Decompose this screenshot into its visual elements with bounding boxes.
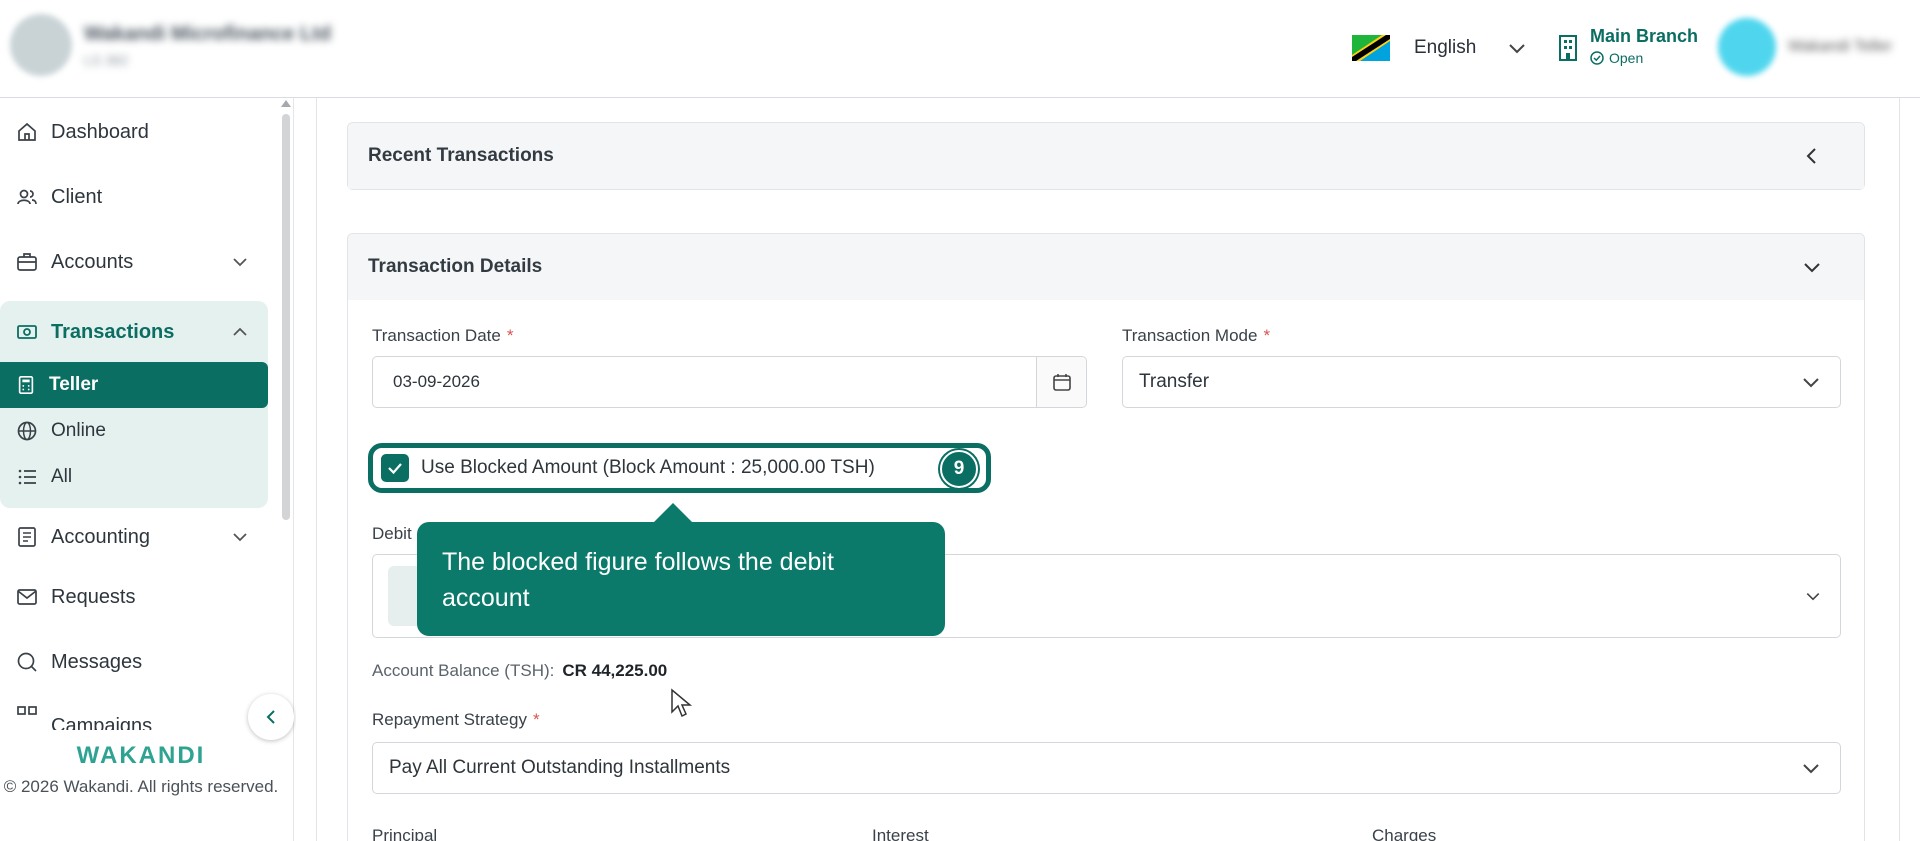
recent-transactions-card: Recent Transactions bbox=[347, 122, 1865, 190]
sidebar-item-messages[interactable]: Messages bbox=[0, 640, 268, 684]
chat-icon bbox=[17, 652, 37, 672]
repayment-strategy-select[interactable]: Pay All Current Outstanding Installments bbox=[372, 742, 1841, 794]
sidebar-item-campaigns[interactable]: Campaigns bbox=[0, 701, 268, 731]
tanzania-flag-icon bbox=[1352, 35, 1390, 61]
branch-indicator[interactable]: Main Branch Open bbox=[1556, 26, 1698, 66]
copyright-text: © 2026 Wakandi. All rights reserved. bbox=[3, 777, 279, 796]
main-scrollbar[interactable] bbox=[1899, 98, 1900, 841]
recent-transactions-header[interactable]: Recent Transactions bbox=[348, 123, 1864, 189]
brand-logo: WAKANDI bbox=[76, 742, 206, 769]
transaction-date-label: Transaction Date * bbox=[372, 326, 514, 345]
org-subtitle: LS 382 bbox=[84, 51, 129, 68]
scroll-up-arrow[interactable] bbox=[281, 100, 291, 107]
users-icon bbox=[17, 189, 37, 205]
chevron-down-icon[interactable] bbox=[1506, 37, 1528, 59]
interest-label: Interest bbox=[872, 826, 929, 841]
sidebar-item-all[interactable]: All bbox=[0, 455, 268, 499]
mouse-cursor-icon bbox=[671, 688, 693, 718]
checkmark-icon bbox=[388, 463, 402, 475]
chevron-down-icon bbox=[1806, 592, 1820, 601]
principal-label: Principal bbox=[372, 826, 438, 841]
chevron-down-icon bbox=[233, 533, 247, 542]
ledger-icon bbox=[18, 527, 36, 547]
chevron-down-icon bbox=[233, 258, 247, 267]
chevron-down-icon[interactable] bbox=[1800, 255, 1824, 279]
mail-icon bbox=[17, 589, 37, 605]
language-label: English bbox=[1414, 37, 1477, 58]
chevron-left-icon bbox=[266, 710, 275, 724]
charges-label: Charges bbox=[1372, 826, 1437, 841]
date-picker-button[interactable] bbox=[1036, 357, 1086, 407]
money-icon bbox=[17, 325, 37, 339]
globe-icon bbox=[17, 421, 37, 441]
sidebar-item-teller[interactable]: Teller bbox=[0, 362, 268, 408]
transaction-mode-label: Transaction Mode * bbox=[1122, 326, 1271, 345]
top-bar: Wakandi Microfinance Ltd LS 382 English … bbox=[0, 0, 1920, 98]
use-blocked-amount-checkbox[interactable]: Use Blocked Amount (Block Amount : 25,00… bbox=[368, 443, 991, 493]
repayment-strategy-label: Repayment Strategy * bbox=[372, 710, 540, 729]
sidebar: Dashboard Client Accounts Transactions T… bbox=[0, 98, 294, 841]
chevron-left-icon[interactable] bbox=[1800, 144, 1824, 168]
user-avatar bbox=[1718, 18, 1776, 76]
collapse-sidebar-button[interactable] bbox=[248, 694, 294, 740]
chevron-up-icon bbox=[233, 327, 247, 336]
org-name: Wakandi Microfinance Ltd bbox=[84, 22, 332, 45]
branch-name: Main Branch bbox=[1590, 26, 1699, 46]
account-balance-value: CR 44,225.00 bbox=[562, 661, 668, 680]
transaction-details-header[interactable]: Transaction Details bbox=[348, 234, 1864, 300]
checkbox-checked[interactable] bbox=[381, 454, 409, 482]
list-icon bbox=[18, 469, 36, 485]
sidebar-footer: WAKANDI © 2026 Wakandi. All rights reser… bbox=[0, 730, 282, 841]
account-balance: Account Balance (TSH): CR 44,225.00 bbox=[372, 661, 668, 680]
user-menu[interactable]: Wakandi Teller bbox=[1718, 18, 1892, 76]
sidebar-item-online[interactable]: Online bbox=[0, 409, 268, 453]
main-content: Recent Transactions Transaction Details … bbox=[296, 98, 1920, 841]
sidebar-item-accounting[interactable]: Accounting bbox=[0, 515, 268, 559]
debit-account-label: Debit bbox=[372, 524, 412, 543]
user-name: Wakandi Teller bbox=[1788, 38, 1893, 55]
chevron-down-icon bbox=[1803, 378, 1819, 388]
transaction-mode-select[interactable]: Transfer bbox=[1122, 356, 1841, 408]
briefcase-icon bbox=[17, 253, 37, 271]
sidebar-item-transactions[interactable]: Transactions bbox=[0, 310, 268, 354]
check-circle-icon bbox=[1590, 51, 1604, 65]
sidebar-item-dashboard[interactable]: Dashboard bbox=[0, 110, 268, 154]
chevron-down-icon bbox=[1803, 764, 1819, 774]
branch-status: Open bbox=[1590, 50, 1698, 66]
transaction-date-field[interactable]: 03-09-2026 bbox=[372, 356, 1087, 408]
home-icon bbox=[18, 122, 36, 141]
tutorial-step-badge: 9 bbox=[940, 450, 978, 488]
language-selector[interactable]: English bbox=[1352, 30, 1528, 66]
building-icon bbox=[1559, 35, 1577, 61]
calculator-icon bbox=[18, 376, 34, 394]
calendar-icon bbox=[1052, 374, 1071, 391]
organization-profile[interactable]: Wakandi Microfinance Ltd LS 382 bbox=[10, 14, 331, 76]
sidebar-item-client[interactable]: Client bbox=[0, 175, 268, 219]
sidebar-scrollbar[interactable] bbox=[282, 114, 290, 520]
tutorial-tooltip: The blocked figure follows the debit acc… bbox=[417, 522, 945, 636]
org-avatar bbox=[10, 14, 72, 76]
sidebar-item-accounts[interactable]: Accounts bbox=[0, 240, 268, 284]
grid-icon bbox=[17, 706, 37, 715]
sidebar-item-requests[interactable]: Requests bbox=[0, 575, 268, 619]
